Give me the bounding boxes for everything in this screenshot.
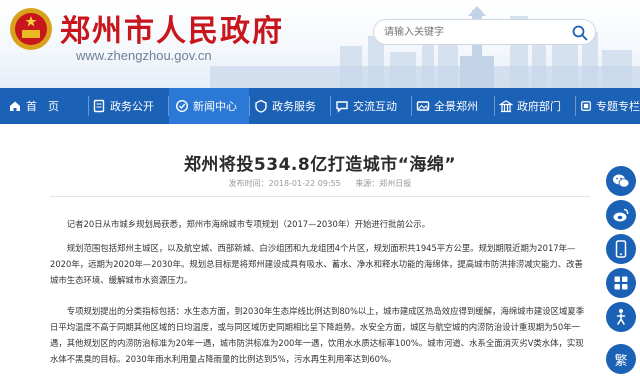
nav-item-interaction[interactable]: 交流互动 xyxy=(335,88,409,124)
nav-item-label: 政务公开 xyxy=(110,100,154,113)
elder-mode-icon xyxy=(616,309,626,325)
weibo-icon xyxy=(613,208,629,222)
app-button[interactable] xyxy=(606,268,636,298)
nav-divider xyxy=(88,96,89,116)
nav-item-government-services[interactable]: 政务服务 xyxy=(254,88,328,124)
panorama-icon xyxy=(416,101,430,111)
nav-item-label: 专题专栏 xyxy=(596,100,640,113)
nav-item-news-center[interactable]: 新闻中心 xyxy=(169,88,249,124)
article-date: 发布时间：2018-01-22 09:55 xyxy=(228,179,341,188)
nav-item-special-topics[interactable]: 专题专栏 xyxy=(580,88,640,124)
nav-divider xyxy=(575,96,576,116)
article-paragraph: 规划范围包括郑州主城区，以及航空城、西部新城、白沙组团和九龙组团4个片区，规划面… xyxy=(50,243,583,285)
nav-divider xyxy=(494,96,495,116)
weibo-button[interactable] xyxy=(606,200,636,230)
search-icon[interactable] xyxy=(571,24,589,42)
nav-item-label: 首 页 xyxy=(26,100,59,113)
home-icon xyxy=(10,101,20,111)
traditional-chinese-icon: 繁 xyxy=(614,353,628,369)
search-box xyxy=(373,19,596,45)
article-paragraph: 专项规划提出的分类指标包括：水生态方面，到2030年生态岸线比例达到80%以上，… xyxy=(50,306,585,364)
nav-item-label: 交流互动 xyxy=(353,100,397,113)
app-icon xyxy=(614,276,628,290)
service-icon xyxy=(255,99,267,113)
nav-item-home[interactable]: 首 页 xyxy=(8,88,76,124)
site-header: 郑州市人民政府 www.zhengzhou.gov.cn xyxy=(0,0,640,88)
nav-item-panorama[interactable]: 全景郑州 xyxy=(416,88,492,124)
document-icon xyxy=(93,99,105,113)
elder-mode-button[interactable] xyxy=(606,302,636,332)
nav-divider xyxy=(330,96,331,116)
nav-item-departments[interactable]: 政府部门 xyxy=(499,88,573,124)
national-emblem-logo xyxy=(10,8,52,50)
nav-divider xyxy=(411,96,412,116)
article-title: 郑州将投534.8亿打造城市“海绵” xyxy=(183,155,457,175)
nav-item-government-affairs[interactable]: 政务公开 xyxy=(92,88,166,124)
mobile-icon xyxy=(615,240,627,258)
search-input[interactable] xyxy=(384,23,564,41)
article-paragraph: 记者20日从市城乡规划局获悉，郑州市海绵城市专项规划（2017—2030年）开始… xyxy=(66,219,430,229)
article-source: 来源：郑州日报 xyxy=(355,179,412,188)
traditional-chinese-button[interactable]: 繁 xyxy=(606,344,636,374)
article-meta: 发布时间：2018-01-22 09:55 来源：郑州日报 xyxy=(0,178,640,189)
site-domain: www.zhengzhou.gov.cn xyxy=(76,48,212,63)
building-icon xyxy=(499,100,513,113)
nav-item-label: 政府部门 xyxy=(517,100,561,113)
main-nav: 首 页 政务公开 新闻中心 政务服务 交流互动 全景郑州 政府部门 专题专栏 xyxy=(0,88,640,124)
chat-icon xyxy=(336,101,348,113)
nav-item-label: 政务服务 xyxy=(272,100,316,113)
article-divider xyxy=(50,196,590,197)
site-title[interactable]: 郑州市人民政府 xyxy=(60,6,284,50)
nav-item-label: 全景郑州 xyxy=(434,100,478,113)
nav-divider xyxy=(249,96,250,116)
news-icon xyxy=(175,99,189,113)
nav-item-label: 新闻中心 xyxy=(193,100,237,113)
wechat-icon xyxy=(613,174,630,188)
wechat-button[interactable] xyxy=(606,166,636,196)
mobile-button[interactable] xyxy=(606,234,636,264)
topic-icon xyxy=(581,101,591,111)
